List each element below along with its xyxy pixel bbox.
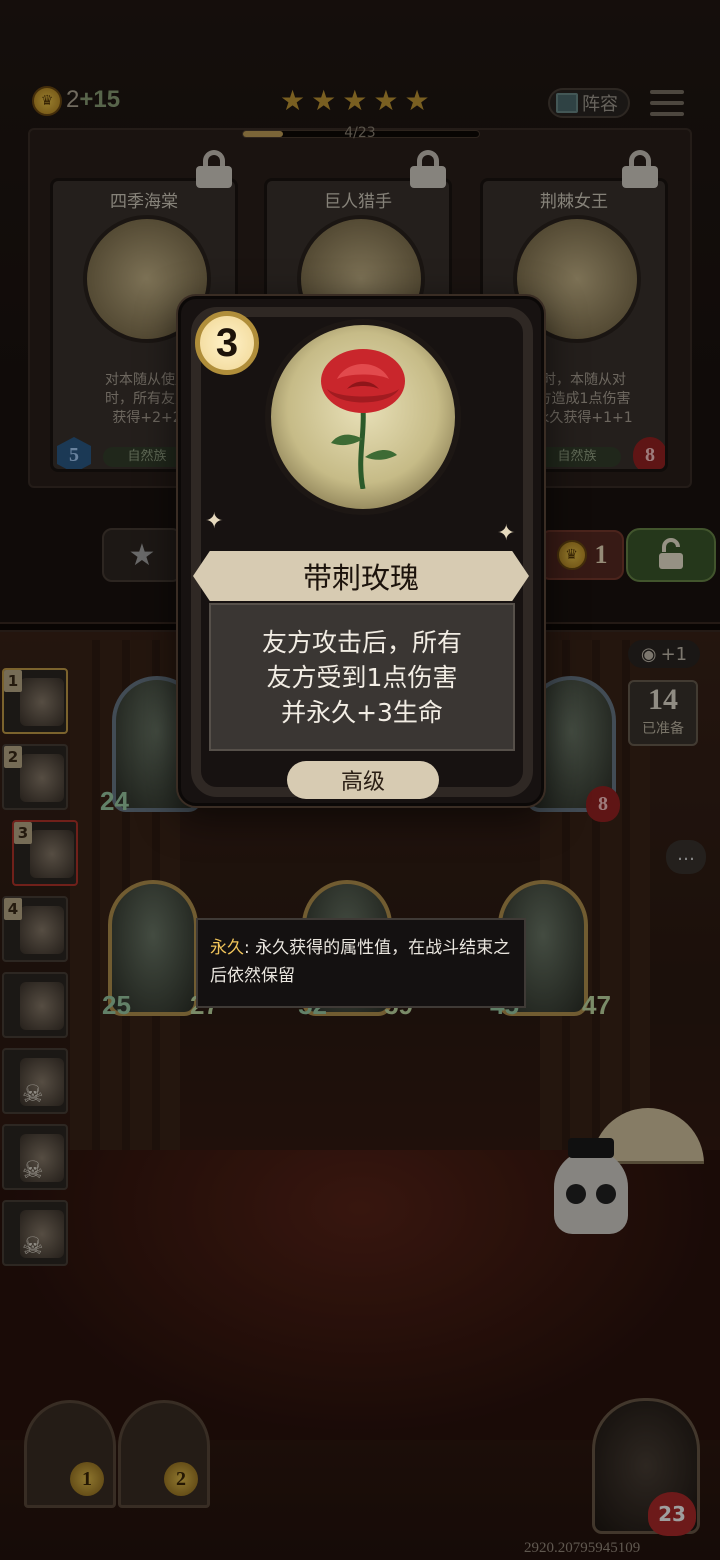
tier-badge: 3 — [195, 311, 259, 375]
card-name-banner: 带刺玫瑰 — [193, 551, 529, 601]
tooltip-keyword: 永久 — [210, 938, 244, 958]
card-description-line: 友方攻击后，所有 — [261, 627, 462, 657]
rarity-pill: 高级 — [287, 761, 439, 799]
keyword-tooltip: 永久: 永久获得的属性值，在战斗结束之后依然保留 — [196, 918, 526, 1008]
card-description-line: 并永久+3生命 — [281, 697, 443, 727]
sparkle-icon: ✦ — [497, 521, 516, 546]
card-detail-popup[interactable]: 3 ✦ ✦ 带刺玫瑰 友方攻击后，所有 友方受到1点伤害 并永久+3生命 高级 — [178, 296, 544, 806]
card-description: 友方攻击后，所有 友方受到1点伤害 并永久+3生命 — [217, 625, 507, 730]
rarity-label: 高级 — [340, 770, 385, 795]
card-name: 带刺玫瑰 — [302, 561, 419, 595]
sparkle-icon: ✦ — [205, 509, 224, 534]
card-description-line: 友方受到1点伤害 — [266, 662, 458, 692]
tooltip-text: : 永久获得的属性值，在战斗结束之后依然保留 — [210, 938, 511, 986]
card-description-box: 友方攻击后，所有 友方受到1点伤害 并永久+3生命 — [209, 603, 515, 751]
rose-icon — [321, 349, 405, 489]
